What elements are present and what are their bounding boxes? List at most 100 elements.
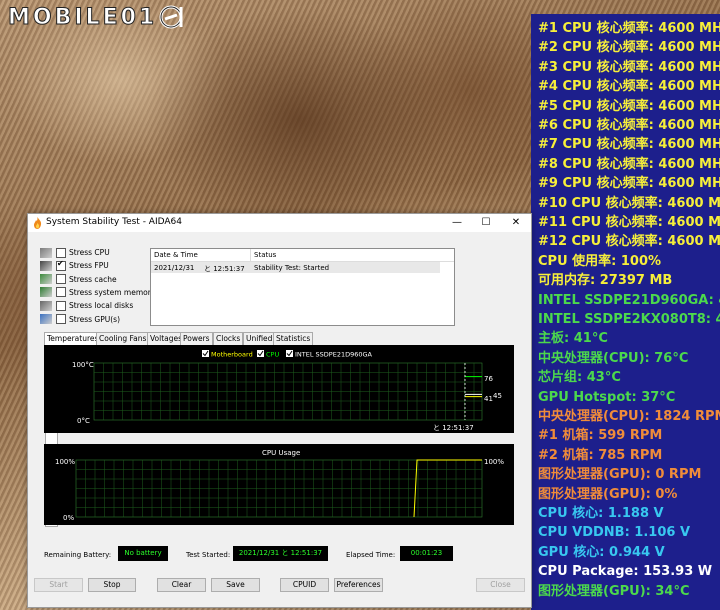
stress-option[interactable]: Stress local disks [40,299,133,312]
log-date: 2021/12/31 [154,264,195,272]
osd-line: #1 CPU 核心频率: 4600 MHz [538,21,720,36]
stress-option[interactable]: Stress CPU [40,246,110,259]
tab-powers[interactable]: Powers [180,332,213,345]
watermark-logo-text: MOBILE01 [7,4,158,30]
stress-option[interactable]: Stress FPU [40,259,109,272]
mobile01-watermark: MOBILE01 [7,4,185,30]
elapsed-time-label: Elapsed Time: [346,551,396,559]
temp-y-top: 100°C [72,361,94,369]
osd-line: 芯片组: 43°C [538,370,621,386]
tab-statistics[interactable]: Statistics [273,332,314,345]
osd-line: 图形处理器(GPU): 0% [538,486,678,502]
temperature-graph-svg: Motherboard CPU INTEL SSDPE21D960GA 100°C … [72,350,502,432]
preferences-button[interactable]: Preferences [334,578,383,592]
clear-button[interactable]: Clear [157,578,206,592]
status-log[interactable]: Date & Time Status 2021/12/31 と 12:51:37… [150,248,455,326]
stress-checkbox[interactable] [56,247,66,258]
save-button[interactable]: Save [211,578,260,592]
stress-option-label: Stress FPU [69,261,109,271]
osd-line: #10 CPU 核心频率: 4600 MHz [538,195,720,211]
tab-unified[interactable]: Unified [243,332,276,345]
log-status: Stability Test: Started [254,264,330,272]
osd-line: INTEL SSDPE21D960GA: 45°C [538,292,720,308]
osd-line: #9 CPU 核心频率: 4600 MHz [538,176,720,192]
maximize-button[interactable]: ☐ [471,214,501,232]
log-row[interactable]: 2021/12/31 と 12:51:37 Stability Test: St… [151,262,440,273]
close-button[interactable]: Close [476,578,525,592]
tab-cooling-fans[interactable]: Cooling Fans [96,332,150,345]
osd-line: #8 CPU 核心频率: 4600 MHz [538,156,720,172]
fpu-icon [40,260,52,271]
osd-line: CPU 使用率: 100% [538,253,662,269]
stress-option-label: Stress local disks [69,301,134,311]
stability-test-window: System Stability Test - AIDA64 — ☐ ✕ Str… [27,213,532,608]
temperature-legend: Motherboard CPU INTEL SSDPE21D960GA [202,350,373,359]
log-header: Date & Time Status [151,249,454,262]
osd-line: #5 CPU 核心频率: 4600 MHz [538,98,720,114]
stop-button[interactable]: Stop [88,578,136,592]
flame-icon [34,217,42,229]
tab-temperatures[interactable]: Temperatures [44,332,102,345]
legend-label: INTEL SSDPE21D960GA [295,351,373,359]
osd-line: CPU VDDNB: 1.106 V [538,525,691,541]
log-header-status[interactable]: Status [254,251,276,259]
osd-line: INTEL SSDPE2KX080T8: 47°C [538,312,720,327]
memory-icon [40,287,52,298]
cpu-usage-graph-svg: CPU Usage 100% 0% 100% [55,449,504,522]
gpu-icon [40,314,52,324]
log-time: と 12:51:37 [204,265,245,273]
stress-option-label: Stress GPU(s) [69,314,121,324]
legend-label: CPU [266,351,279,359]
osd-line: #7 CPU 核心频率: 4600 MHz [538,137,720,153]
osd-line: 图形处理器(GPU): 0 RPM [538,467,702,483]
osd-line: #2 机箱: 785 RPM [538,447,663,463]
disk-icon [40,300,52,311]
stress-checkbox[interactable] [56,314,66,324]
osd-line: #11 CPU 核心频率: 4600 MHz [538,215,720,230]
osd-line: #4 CPU 核心频率: 4600 MHz [538,79,720,95]
close-window-button[interactable]: ✕ [501,214,531,232]
temp-value-mb: 41 [484,395,493,403]
stress-checkbox[interactable] [56,274,66,285]
header-divider [250,249,251,261]
osd-line: 图形处理器(GPU): 34°C [538,583,690,599]
stress-option-label: Stress cache [69,274,117,284]
stress-option[interactable]: Stress system memory [40,286,155,299]
start-button[interactable]: Start [34,578,83,592]
battery-value: No battery [118,546,168,561]
stress-option[interactable]: Stress cache [40,273,117,286]
osd-line: 中央处理器(CPU): 76°C [538,350,689,366]
cpu-icon [40,247,52,258]
temp-value-ssd: 45 [493,392,502,400]
osd-line: GPU Hotspot: 37°C [538,389,676,405]
stress-option-label: Stress CPU [69,248,110,257]
cpu-usage-graph: CPU Usage 100% 0% 100% [44,444,514,525]
stress-checkbox[interactable] [56,300,66,311]
osd-line: #1 机箱: 599 RPM [538,428,663,444]
stress-option[interactable]: Stress GPU(s) [40,313,120,326]
stress-checkbox[interactable] [56,259,66,271]
stress-checkbox[interactable] [56,287,66,298]
stress-option-label: Stress system memory [69,287,156,297]
temperature-grid [93,362,483,421]
osd-line: 可用内存: 27397 MB [538,273,673,289]
test-started-label: Test Started: [186,551,231,559]
usage-y-bottom: 0% [63,514,74,522]
temperature-graph: Motherboard CPU INTEL SSDPE21D960GA 100°C … [44,345,514,433]
tab-clocks[interactable]: Clocks [213,332,244,345]
osd-line: #12 CPU 核心频率: 4600 MHz [538,234,720,250]
osd-line: 中央处理器(CPU): 1824 RPM [538,409,720,424]
usage-value-right: 100% [484,458,504,466]
title-bar[interactable]: System Stability Test - AIDA64 — ☐ ✕ [28,214,531,232]
usage-y-top: 100% [55,458,75,466]
temp-time-label: と 12:51:37 [433,424,474,432]
minimize-button[interactable]: — [442,214,472,232]
osd-line: CPU Package: 153.93 W [538,564,713,580]
osd-line: CPU 核心: 1.188 V [538,506,664,521]
cpuid-button[interactable]: CPUID [280,578,329,592]
window-title: System Stability Test - AIDA64 [46,217,182,227]
cpu-usage-grid [75,459,483,518]
log-header-datetime[interactable]: Date & Time [154,251,198,259]
osd-line: #2 CPU 核心频率: 4600 MHz [538,40,720,56]
legend-label: Motherboard [211,351,253,359]
